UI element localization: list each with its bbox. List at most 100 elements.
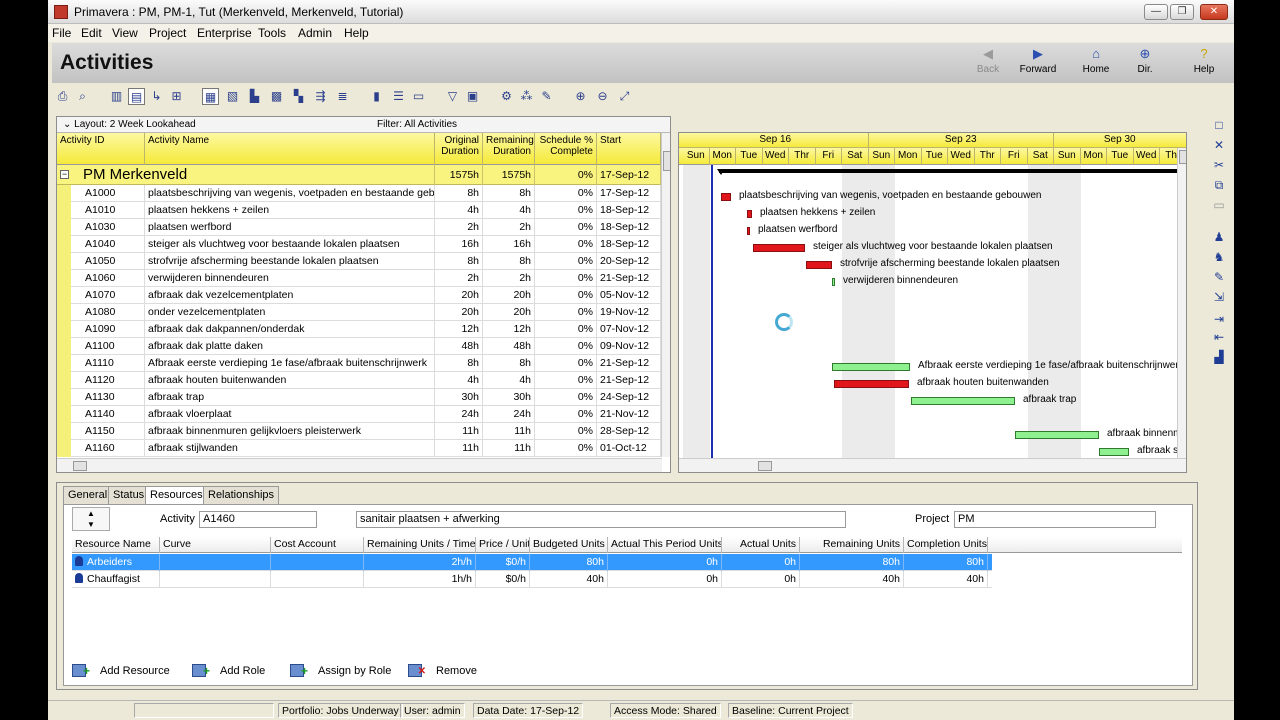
- tab-resources[interactable]: Resources: [145, 486, 208, 505]
- activity-bar[interactable]: [832, 363, 910, 371]
- activity-bar[interactable]: [832, 278, 835, 286]
- home-button[interactable]: ⌂ Home: [1068, 46, 1124, 80]
- col-budgeted-units[interactable]: Budgeted Units: [530, 537, 608, 553]
- col-remaining-duration[interactable]: Remaining Duration: [483, 133, 535, 165]
- table-row[interactable]: A1060 verwijderen binnendeuren 2h 2h 0% 21-Se…: [57, 270, 662, 287]
- assign-code-icon[interactable]: ✎: [1211, 269, 1227, 285]
- assign-by-role-button[interactable]: Assign by Role: [290, 661, 391, 681]
- menu-help[interactable]: Help: [344, 26, 369, 40]
- forward-button[interactable]: ▶ Forward: [1010, 46, 1066, 80]
- table-row[interactable]: A1090 afbraak dak dakpannen/onderdak 12h 12…: [57, 321, 662, 338]
- table-row[interactable]: A1100 afbraak dak platte daken 48h 48h 0% 09-…: [57, 338, 662, 355]
- table-row[interactable]: A1070 afbraak dak vezelcementplaten 20h 20h…: [57, 287, 662, 304]
- filter-label[interactable]: Filter: All Activities: [377, 119, 457, 130]
- activity-bar[interactable]: [747, 227, 750, 235]
- col-resource-name[interactable]: Resource Name: [72, 537, 160, 553]
- filter-icon[interactable]: ▽: [444, 88, 461, 105]
- progress-icon[interactable]: ▟: [1211, 349, 1227, 365]
- schedule-icon[interactable]: ⚙: [498, 88, 515, 105]
- col-curve[interactable]: Curve: [160, 537, 271, 553]
- table-row[interactable]: A1050 strofvrije afscherming beestande lo…: [57, 253, 662, 270]
- minimize-button[interactable]: —: [1144, 4, 1168, 20]
- filter-view-icon[interactable]: ≣: [334, 88, 351, 105]
- add-activity-icon[interactable]: □: [1211, 117, 1227, 133]
- menu-enterprise[interactable]: Enterprise: [197, 26, 252, 40]
- details-icon[interactable]: ▮: [368, 88, 385, 105]
- col-completion-units[interactable]: Completion Units: [904, 537, 988, 553]
- gantt-vscroll-thumb[interactable]: [1179, 150, 1186, 164]
- col-activity-name[interactable]: Activity Name: [145, 133, 435, 165]
- tab-general[interactable]: General: [63, 486, 113, 504]
- col-remaining-units[interactable]: Remaining Units: [800, 537, 904, 553]
- col-activity-id[interactable]: Activity ID: [57, 133, 145, 165]
- activity-bar[interactable]: [806, 261, 832, 269]
- table-row[interactable]: A1130 afbraak trap 30h 30h 0% 24-Sep-12: [57, 389, 662, 406]
- layout-selector[interactable]: ⌄ Layout: 2 Week Lookahead: [63, 119, 196, 130]
- project-field[interactable]: PM: [954, 511, 1156, 528]
- activity-bar[interactable]: [1099, 448, 1129, 456]
- tab-status[interactable]: Status: [108, 486, 150, 504]
- trace-logic-icon[interactable]: ⇶: [312, 88, 329, 105]
- columns-icon[interactable]: ▥: [108, 88, 125, 105]
- activity-bar[interactable]: [747, 210, 752, 218]
- activity-bar[interactable]: [721, 193, 731, 201]
- zoom-out-icon[interactable]: ⊖: [594, 88, 611, 105]
- zoom-in-icon[interactable]: ⊕: [572, 88, 589, 105]
- successor-icon[interactable]: ⇤: [1211, 329, 1227, 345]
- summary-bar[interactable]: [719, 169, 1186, 173]
- resource-row[interactable]: Chauffagist 1h/h $0/h 40h 0h 0h 40h 40h: [72, 571, 992, 588]
- activity-bar[interactable]: [834, 380, 909, 388]
- col-actual-units[interactable]: Actual Units: [722, 537, 800, 553]
- help-button[interactable]: ? Help: [1176, 46, 1232, 80]
- menu-project[interactable]: Project: [149, 26, 186, 40]
- add-role-button[interactable]: Add Role: [192, 661, 265, 681]
- print-preview-icon[interactable]: ⌕: [74, 88, 91, 105]
- grid-vertical-scrollbar[interactable]: [661, 133, 670, 457]
- table-row[interactable]: A1120 afbraak houten buitenwanden 4h 4h 0% 21…: [57, 372, 662, 389]
- col-start[interactable]: Start: [597, 133, 661, 165]
- gantt-view-icon[interactable]: ▧: [224, 88, 241, 105]
- level-icon[interactable]: ⁂: [518, 88, 535, 105]
- table-row[interactable]: A1030 plaatsen werfbord 2h 2h 0% 18-Sep-12: [57, 219, 662, 236]
- layout-icon[interactable]: ☰: [390, 88, 407, 105]
- directory-button[interactable]: ⊕ Dir.: [1117, 46, 1173, 80]
- screen-icon[interactable]: ▭: [410, 88, 427, 105]
- table-row[interactable]: A1150 afbraak binnenmuren gelijkvloers pl…: [57, 423, 662, 440]
- menu-admin[interactable]: Admin: [298, 26, 332, 40]
- assign-resource-icon[interactable]: ♟: [1211, 229, 1227, 245]
- table-row[interactable]: A1000 plaatsbeschrijving van wegenis, voe…: [57, 185, 662, 202]
- gantt-vertical-scrollbar[interactable]: [1177, 148, 1186, 459]
- add-resource-button[interactable]: Add Resource: [72, 661, 170, 681]
- table-row[interactable]: A1110 Afbraak eerste verdieping 1e fase/a…: [57, 355, 662, 372]
- remove-button[interactable]: Remove: [408, 661, 477, 682]
- col-cost-account[interactable]: Cost Account: [271, 537, 364, 553]
- print-icon[interactable]: ⎙: [54, 88, 71, 105]
- gantt-body[interactable]: plaatsbeschrijving van wegenis, voetpade…: [679, 165, 1186, 459]
- menu-view[interactable]: View: [112, 26, 138, 40]
- activity-bar[interactable]: [1015, 431, 1099, 439]
- table-view-icon[interactable]: ▦: [202, 88, 219, 105]
- table-row[interactable]: A1010 plaatsen hekkens + zeilen 4h 4h 0% 18-S…: [57, 202, 662, 219]
- col-actual-this-period[interactable]: Actual This Period Units: [608, 537, 722, 553]
- table-row[interactable]: A1140 afbraak vloerplaat 24h 24h 0% 21-Nov-12: [57, 406, 662, 423]
- gantt-horizontal-scrollbar[interactable]: [679, 458, 1186, 472]
- network-icon[interactable]: ▚: [290, 88, 307, 105]
- close-button[interactable]: ✕: [1200, 4, 1228, 20]
- activity-nav-stepper[interactable]: ▲ ▼: [72, 507, 110, 531]
- zoom-fit-icon[interactable]: ⤢: [616, 88, 633, 105]
- group-sort-icon[interactable]: ⊞: [168, 88, 185, 105]
- back-button[interactable]: ◀ Back: [960, 46, 1016, 80]
- activity-bar[interactable]: [911, 397, 1015, 405]
- delete-icon[interactable]: ✕: [1211, 137, 1227, 153]
- gantt-hscroll-thumb[interactable]: [758, 461, 772, 471]
- grid-horizontal-scrollbar[interactable]: [57, 458, 662, 472]
- col-remaining-units-time[interactable]: Remaining Units / Time: [364, 537, 476, 553]
- activity-bar[interactable]: [753, 244, 805, 252]
- col-original-duration[interactable]: Original Duration: [435, 133, 483, 165]
- wbs-group-row[interactable]: − PM Merkenveld 1575h 1575h 0% 17-Sep-12: [57, 165, 662, 185]
- tab-relationships[interactable]: Relationships: [203, 486, 280, 504]
- grid-vscroll-thumb[interactable]: [663, 151, 670, 171]
- spell-check-icon[interactable]: ✎: [538, 88, 555, 105]
- step-icon[interactable]: ⇲: [1211, 289, 1227, 305]
- menu-edit[interactable]: Edit: [81, 26, 102, 40]
